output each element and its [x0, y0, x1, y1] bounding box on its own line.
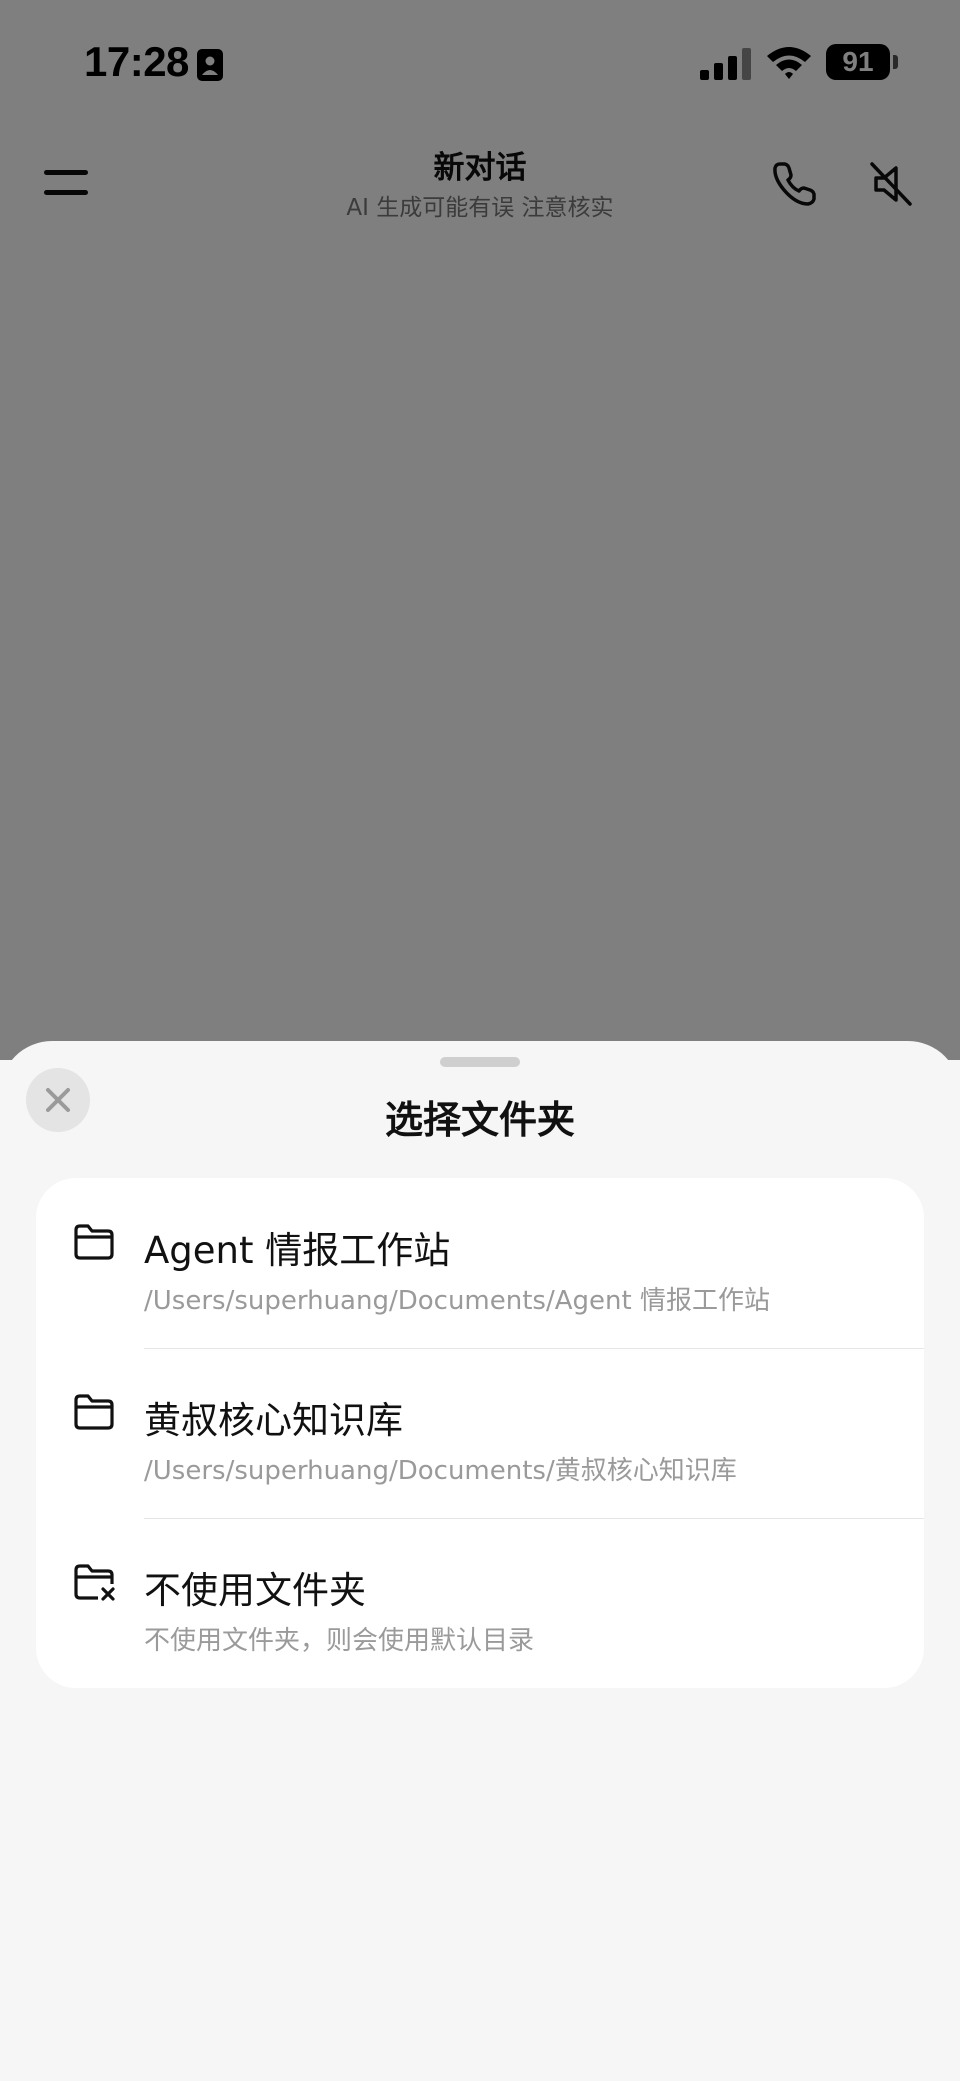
folder-option-title: 黄叔核心知识库 [144, 1399, 403, 1442]
sheet-title: 选择文件夹 [384, 1098, 575, 1142]
folder-option-title: Agent 情报工作站 [144, 1229, 451, 1272]
screen: 17:28 91 [0, 0, 960, 2081]
folder-icon [74, 1224, 114, 1260]
folder-option-description: 不使用文件夹，则会使用默认目录 [144, 1626, 535, 1656]
sheet-grabber[interactable] [440, 1057, 520, 1067]
folder-off-icon [74, 1564, 115, 1601]
folder-picker-sheet: 选择文件夹 Agent 情报工作站 /Users/superhuang/Docu… [0, 1041, 960, 2081]
modal-overlay[interactable] [0, 0, 960, 1060]
folder-option-agent[interactable]: Agent 情报工作站 /Users/superhuang/Documents/… [36, 1178, 924, 1348]
folder-option-title: 不使用文件夹 [144, 1569, 366, 1612]
folder-option-path: /Users/superhuang/Documents/黄叔核心知识库 [144, 1456, 737, 1486]
folder-option-path: /Users/superhuang/Documents/Agent 情报工作站 [144, 1286, 770, 1316]
folder-options-card: Agent 情报工作站 /Users/superhuang/Documents/… [36, 1178, 924, 1688]
folder-option-none[interactable]: 不使用文件夹 不使用文件夹，则会使用默认目录 [36, 1518, 924, 1688]
chat-screen-background: 17:28 91 [0, 0, 960, 1060]
folder-icon [74, 1394, 114, 1430]
folder-option-knowledge-base[interactable]: 黄叔核心知识库 /Users/superhuang/Documents/黄叔核心… [36, 1348, 924, 1518]
